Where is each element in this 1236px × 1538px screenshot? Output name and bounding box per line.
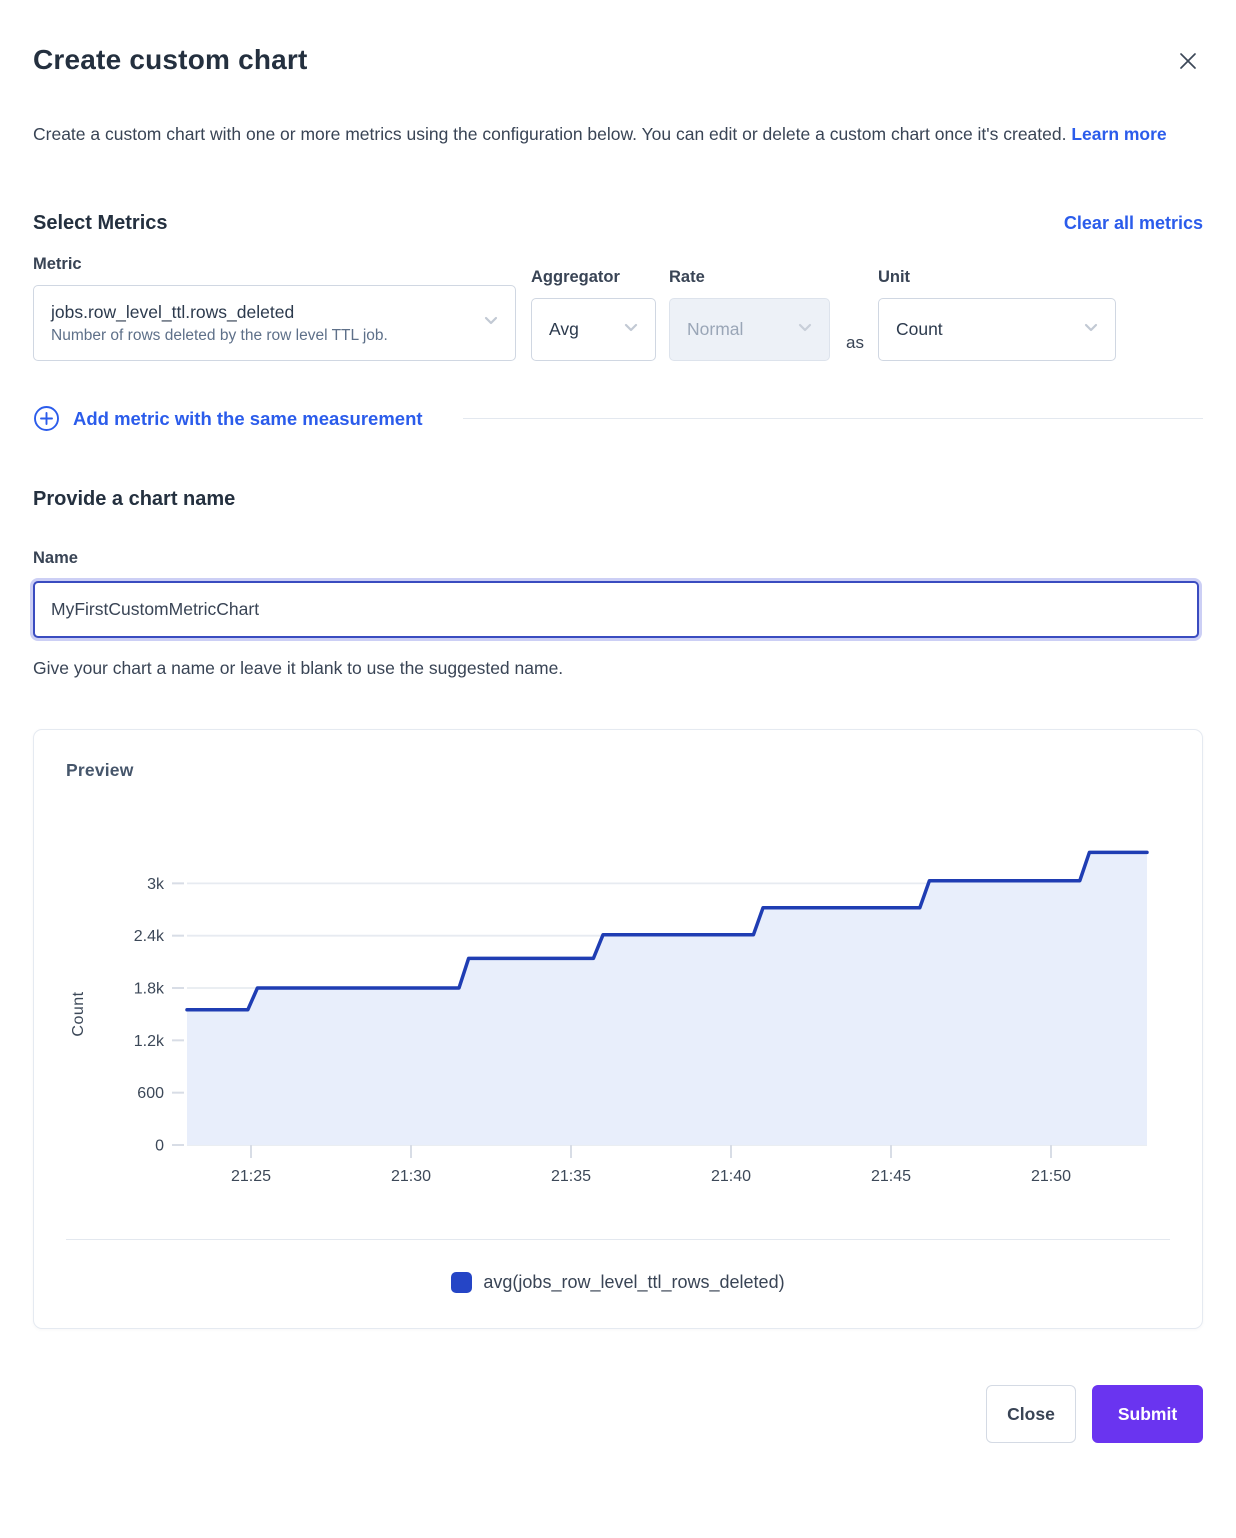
rate-label: Rate bbox=[669, 268, 830, 287]
svg-text:Count: Count bbox=[70, 991, 87, 1036]
divider bbox=[463, 418, 1203, 419]
rate-select-value: Normal bbox=[687, 319, 789, 340]
metric-label: Metric bbox=[33, 255, 516, 274]
svg-text:21:50: 21:50 bbox=[1031, 1168, 1071, 1185]
svg-text:21:35: 21:35 bbox=[551, 1168, 591, 1185]
preview-heading: Preview bbox=[66, 760, 1170, 781]
create-custom-chart-dialog: Create custom chart Create a custom char… bbox=[0, 0, 1236, 1473]
svg-text:1.2k: 1.2k bbox=[134, 1033, 165, 1050]
unit-select[interactable]: Count bbox=[878, 298, 1116, 361]
dialog-header: Create custom chart bbox=[33, 44, 1203, 79]
preview-chart: 0 600 1.2k 1.8k 2.4k 3k 21:25 21:30 21:35 21:40 21… bbox=[66, 815, 1170, 1205]
dialog-description: Create a custom chart with one or more m… bbox=[33, 115, 1183, 154]
legend-swatch bbox=[451, 1272, 472, 1293]
clear-all-metrics-link[interactable]: Clear all metrics bbox=[1064, 213, 1203, 234]
page-title: Create custom chart bbox=[33, 44, 308, 76]
metric-config-row: Metric jobs.row_level_ttl.rows_deleted N… bbox=[33, 255, 1203, 361]
svg-text:3k: 3k bbox=[147, 876, 165, 893]
plus-circle-icon bbox=[33, 405, 60, 432]
as-label: as bbox=[846, 333, 864, 353]
close-icon[interactable] bbox=[1173, 46, 1203, 79]
svg-text:21:30: 21:30 bbox=[391, 1168, 431, 1185]
x-icon bbox=[1177, 50, 1199, 72]
chart-legend: avg(jobs_row_level_ttl_rows_deleted) bbox=[66, 1262, 1170, 1302]
chart-name-heading: Provide a chart name bbox=[33, 488, 1203, 511]
name-helper-text: Give your chart a name or leave it blank… bbox=[33, 658, 1203, 679]
aggregator-label: Aggregator bbox=[531, 268, 656, 287]
metric-column: Metric jobs.row_level_ttl.rows_deleted N… bbox=[33, 255, 516, 361]
metric-select[interactable]: jobs.row_level_ttl.rows_deleted Number o… bbox=[33, 285, 516, 361]
chevron-down-icon bbox=[621, 317, 641, 342]
select-metrics-header: Select Metrics Clear all metrics bbox=[33, 212, 1203, 235]
unit-select-value: Count bbox=[896, 319, 1075, 340]
legend-label: avg(jobs_row_level_ttl_rows_deleted) bbox=[483, 1272, 784, 1293]
svg-text:21:25: 21:25 bbox=[231, 1168, 271, 1185]
select-metrics-heading: Select Metrics bbox=[33, 212, 168, 235]
chart-name-input[interactable] bbox=[33, 581, 1199, 638]
close-button[interactable]: Close bbox=[986, 1385, 1076, 1443]
unit-label: Unit bbox=[878, 268, 1116, 287]
chevron-down-icon bbox=[795, 317, 815, 342]
aggregator-column: Aggregator Avg bbox=[516, 268, 656, 361]
name-label: Name bbox=[33, 549, 1203, 568]
svg-text:21:40: 21:40 bbox=[711, 1168, 751, 1185]
submit-button[interactable]: Submit bbox=[1092, 1385, 1203, 1443]
divider bbox=[66, 1239, 1170, 1240]
learn-more-link[interactable]: Learn more bbox=[1071, 124, 1166, 144]
svg-text:21:45: 21:45 bbox=[871, 1168, 911, 1185]
rate-column: Rate Normal bbox=[656, 268, 830, 361]
aggregator-select-value: Avg bbox=[549, 319, 615, 340]
add-metric-label: Add metric with the same measurement bbox=[73, 408, 423, 430]
chevron-down-icon bbox=[481, 311, 501, 336]
svg-text:600: 600 bbox=[137, 1085, 164, 1102]
svg-text:2.4k: 2.4k bbox=[134, 928, 165, 945]
aggregator-select[interactable]: Avg bbox=[531, 298, 656, 361]
svg-text:1.8k: 1.8k bbox=[134, 981, 165, 998]
preview-card: Preview 0 600 1.2k 1.8k 2.4k 3k 21:25 21:30 21:3… bbox=[33, 729, 1203, 1329]
add-metric-row: Add metric with the same measurement bbox=[33, 405, 1203, 432]
add-metric-button[interactable]: Add metric with the same measurement bbox=[33, 405, 423, 432]
unit-column: Unit Count bbox=[878, 268, 1116, 361]
step-area-chart: 0 600 1.2k 1.8k 2.4k 3k 21:25 21:30 21:35 21:40 21… bbox=[66, 815, 1172, 1200]
metric-select-value: jobs.row_level_ttl.rows_deleted bbox=[51, 302, 471, 323]
rate-select: Normal bbox=[669, 298, 830, 361]
metric-select-description: Number of rows deleted by the row level … bbox=[51, 327, 471, 345]
description-text: Create a custom chart with one or more m… bbox=[33, 124, 1066, 144]
svg-text:0: 0 bbox=[155, 1138, 164, 1155]
chevron-down-icon bbox=[1081, 317, 1101, 342]
dialog-footer: Close Submit bbox=[33, 1385, 1203, 1443]
